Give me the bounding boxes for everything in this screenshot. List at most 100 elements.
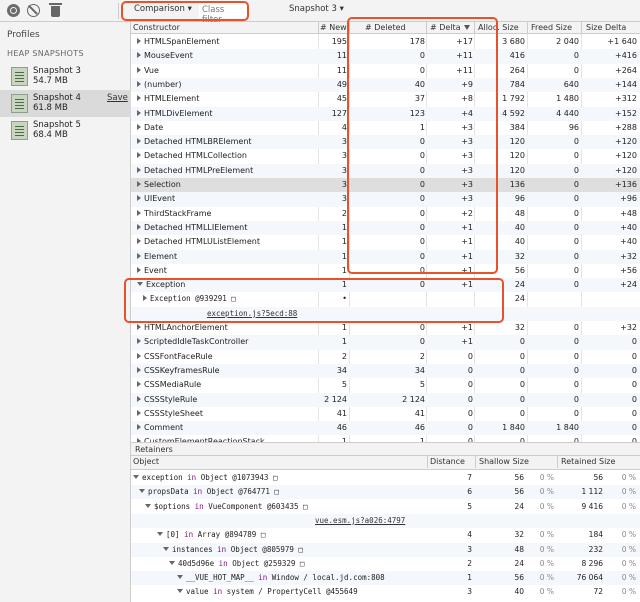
retainer-row[interactable]: value in system / PropertyCell @455649 3 4… xyxy=(131,585,640,599)
table-row[interactable]: Event 1 0 +1 56 0 +56 xyxy=(131,264,640,278)
table-row[interactable]: MouseEvent 11 0 +11 416 0 +416 xyxy=(131,49,640,64)
expand-icon[interactable] xyxy=(137,395,141,402)
table-row[interactable]: Vue 11 0 +11 264 0 +264 xyxy=(131,64,640,78)
expand-icon[interactable] xyxy=(137,123,141,130)
table-row[interactable]: Exception @939291 □ • 24 xyxy=(131,292,640,306)
table-row[interactable]: HTMLDivElement 127 123 +4 4 592 4 440 +152 xyxy=(131,106,640,121)
expand-icon[interactable] xyxy=(137,324,141,330)
table-row[interactable]: Comment 46 46 0 1 840 1 840 0 xyxy=(131,421,640,436)
constructor-label: ScriptedIdleTaskController xyxy=(144,337,249,347)
col-freed-size[interactable]: Freed Size xyxy=(531,23,572,34)
snapshot-item[interactable]: Snapshot 4 61.8 MB Save xyxy=(0,90,131,117)
class-filter-input[interactable]: Class filter xyxy=(199,3,247,25)
trash-icon[interactable] xyxy=(49,3,62,17)
col-distance[interactable]: Distance xyxy=(430,457,465,468)
expand-icon[interactable] xyxy=(137,424,141,431)
retainer-row[interactable]: propsData in Object @764771 □ 6 56 0 % 1 112… xyxy=(131,485,640,500)
expand-icon[interactable] xyxy=(137,381,141,388)
expand-icon[interactable] xyxy=(137,238,141,245)
table-row[interactable]: ScriptedIdleTaskController 1 0 +1 0 0 0 xyxy=(131,335,640,350)
table-row[interactable]: CSSKeyframesRule 34 34 0 0 0 0 xyxy=(131,363,640,379)
table-row[interactable]: CSSFontFaceRule 2 2 0 0 0 0 xyxy=(131,350,640,364)
snapshot-item[interactable]: Snapshot 3 54.7 MB xyxy=(0,63,131,90)
clear-icon[interactable] xyxy=(27,4,40,17)
expand-icon[interactable] xyxy=(137,166,141,173)
record-icon[interactable] xyxy=(7,4,20,17)
table-row[interactable]: Detached HTMLUListElement 1 0 +1 40 0 +40 xyxy=(131,235,640,249)
retainer-row[interactable]: __VUE_HOT_MAP__ in Window / local.jd.com… xyxy=(131,571,640,586)
expand-open-icon[interactable] xyxy=(157,532,163,537)
retainer-row[interactable]: exception in Object @1073943 □ 7 56 0 % 56 0 … xyxy=(131,471,640,485)
expand-icon[interactable] xyxy=(137,409,141,416)
col-constructor[interactable]: Constructor xyxy=(133,23,180,34)
col-shallow-size[interactable]: Shallow Size xyxy=(479,457,529,468)
expand-open-icon[interactable] xyxy=(139,489,145,494)
retainer-row[interactable]: vue.esm.js?a026:4797 xyxy=(131,513,640,528)
snapshot-item[interactable]: Snapshot 5 68.4 MB xyxy=(0,117,131,144)
expand-icon[interactable] xyxy=(137,252,141,259)
table-row[interactable]: Exception 1 0 +1 24 0 +24 xyxy=(131,278,640,293)
table-row[interactable]: Detached HTMLBRElement 3 0 +3 120 0 +120 xyxy=(131,135,640,150)
retainer-row[interactable]: $options in VueComponent @603435 □ 5 24 0 %… xyxy=(131,500,640,514)
expand-open-icon[interactable] xyxy=(163,546,169,551)
col-alloc-size[interactable]: Alloc. Size xyxy=(478,23,519,34)
cell-new: 11 xyxy=(336,51,347,61)
constructor-label: HTMLDivElement xyxy=(144,108,213,118)
table-row[interactable]: Selection 3 0 +3 136 0 +136 xyxy=(131,178,640,193)
source-link[interactable]: vue.esm.js?a026:4797 xyxy=(315,516,405,525)
expand-icon[interactable] xyxy=(137,38,141,44)
table-row[interactable]: Date 4 1 +3 384 96 +288 xyxy=(131,121,640,135)
expand-open-icon[interactable] xyxy=(177,575,183,580)
table-row[interactable]: CSSMediaRule 5 5 0 0 0 0 xyxy=(131,378,640,392)
table-row[interactable]: Detached HTMLCollection 3 0 +3 120 0 +120 xyxy=(131,149,640,163)
expand-icon[interactable] xyxy=(137,209,141,216)
col-new[interactable]: # New xyxy=(320,23,347,34)
expand-icon[interactable] xyxy=(137,109,141,116)
expand-icon[interactable] xyxy=(137,152,141,159)
expand-icon[interactable] xyxy=(137,266,141,273)
col-size-delta[interactable]: Size Delta xyxy=(586,23,626,34)
expand-icon[interactable] xyxy=(137,181,141,187)
source-link[interactable]: exception.js?5ecd:88 xyxy=(207,309,297,318)
col-retained-size[interactable]: Retained Size xyxy=(561,457,615,468)
retainer-row[interactable]: 40d5d96e in Object @259329 □ 2 24 0 % 8 296 0… xyxy=(131,557,640,571)
expand-open-icon[interactable] xyxy=(177,589,183,594)
expand-icon[interactable] xyxy=(137,352,141,359)
expand-icon[interactable] xyxy=(143,295,147,302)
table-row[interactable]: CSSStyleSheet 41 41 0 0 0 0 xyxy=(131,407,640,421)
expand-icon[interactable] xyxy=(137,366,141,373)
expand-icon[interactable] xyxy=(137,95,141,102)
expand-icon[interactable] xyxy=(137,52,141,59)
view-mode-select[interactable]: Comparison ▾ xyxy=(134,4,192,14)
table-row[interactable]: Detached HTMLPreElement 3 0 +3 120 0 +120 xyxy=(131,163,640,178)
table-row[interactable]: CSSStyleRule 2 124 2 124 0 0 0 0 xyxy=(131,392,640,407)
cell-delta: +2 xyxy=(461,208,473,218)
table-row[interactable]: HTMLSpanElement 195 178 +17 3 680 2 040 +1 640 xyxy=(131,35,640,49)
expand-open-icon[interactable] xyxy=(137,282,143,287)
col-object[interactable]: Object xyxy=(133,457,159,468)
expand-icon[interactable] xyxy=(137,138,141,145)
expand-icon[interactable] xyxy=(137,66,141,73)
table-row[interactable]: HTMLElement 45 37 +8 1 792 1 480 +312 xyxy=(131,92,640,106)
col-delta[interactable]: # Delta xyxy=(430,23,461,34)
table-row[interactable]: UIEvent 3 0 +3 96 0 +96 xyxy=(131,192,640,207)
expand-icon[interactable] xyxy=(137,80,141,87)
save-snapshot-link[interactable]: Save xyxy=(107,93,128,103)
expand-open-icon[interactable] xyxy=(169,560,175,565)
table-row[interactable]: HTMLAnchorElement 1 0 +1 32 0 +32 xyxy=(131,321,640,335)
col-deleted[interactable]: # Deleted xyxy=(365,23,406,34)
table-row[interactable]: (number) 49 40 +9 784 640 +144 xyxy=(131,77,640,93)
table-row[interactable]: ThirdStackFrame 2 0 +2 48 0 +48 xyxy=(131,207,640,221)
table-row[interactable]: Element 1 0 +1 32 0 +32 xyxy=(131,249,640,264)
expand-open-icon[interactable] xyxy=(133,475,139,479)
retainer-row[interactable]: [0] in Array @894789 □ 4 32 0 % 184 0 % xyxy=(131,528,640,542)
expand-open-icon[interactable] xyxy=(145,503,151,508)
expand-icon[interactable] xyxy=(137,195,141,202)
snapshot-size: 68.4 MB xyxy=(33,130,68,140)
table-row[interactable]: Detached HTMLLIElement 1 0 +1 40 0 +40 xyxy=(131,220,640,236)
table-row[interactable]: exception.js?5ecd:88 xyxy=(131,306,640,321)
base-snapshot-select[interactable]: Snapshot 3 ▾ xyxy=(289,4,344,14)
expand-icon[interactable] xyxy=(137,223,141,230)
expand-icon[interactable] xyxy=(137,338,141,345)
retainer-row[interactable]: instances in Object @805979 □ 3 48 0 % 232 0 … xyxy=(131,542,640,557)
